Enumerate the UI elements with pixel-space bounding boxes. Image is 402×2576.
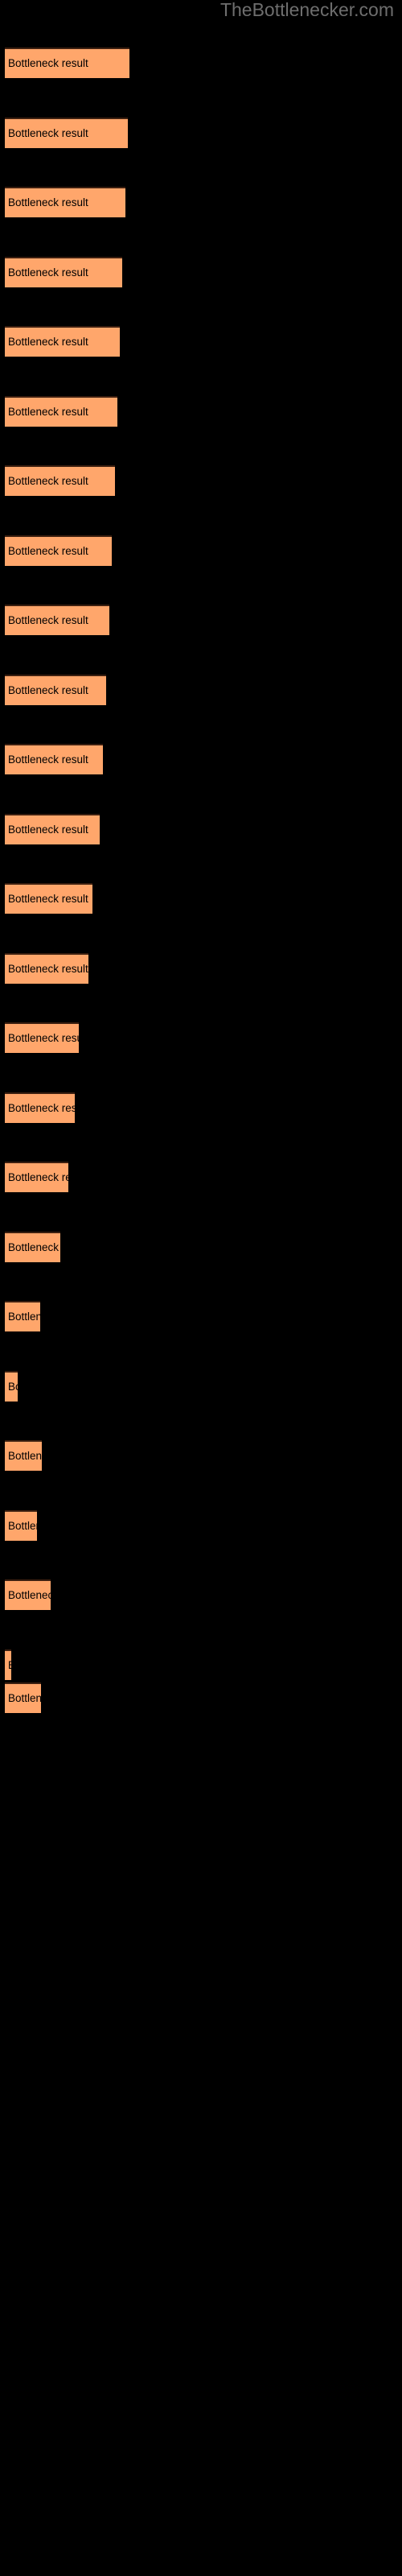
bar-row: Bottleneck result — [0, 396, 402, 427]
bar-row: Bottleneck result — [0, 1682, 402, 1713]
bar-row: Bottleneck result — [0, 118, 402, 148]
bar-24[interactable] — [5, 1649, 11, 1680]
bar-clip: Bottleneck result — [5, 1579, 51, 1610]
site-watermark: TheBottlenecker.com — [219, 0, 394, 20]
bar-2[interactable] — [5, 118, 128, 148]
bar-clip: Bottleneck result — [5, 465, 115, 496]
bar-clip: Bottleneck result — [5, 47, 129, 78]
bar-clip: Bottleneck result — [5, 187, 125, 217]
bar-row: Bottleneck result — [0, 675, 402, 705]
bar-clip: Bottleneck result — [5, 1092, 75, 1123]
bar-clip: Bottleneck result — [5, 675, 106, 705]
bar-6[interactable] — [5, 396, 117, 427]
bar-row: Bottleneck result — [0, 257, 402, 287]
bar-18[interactable] — [5, 1232, 60, 1262]
bar-row: Bottleneck result — [0, 326, 402, 357]
bar-5[interactable] — [5, 326, 120, 357]
bar-7[interactable] — [5, 465, 115, 496]
bar-17[interactable] — [5, 1162, 68, 1192]
bar-14[interactable] — [5, 953, 88, 984]
bar-13[interactable] — [5, 883, 92, 914]
bar-25[interactable] — [5, 1682, 41, 1713]
bar-clip: Bottleneck result — [5, 1301, 40, 1331]
bar-row: Bottleneck result — [0, 465, 402, 496]
bar-row: Bottleneck result — [0, 1510, 402, 1541]
bar-clip: Bottleneck result — [5, 1022, 79, 1053]
bar-row: Bottleneck result — [0, 1301, 402, 1331]
bar-row: Bottleneck result — [0, 953, 402, 984]
bar-clip: Bottleneck result — [5, 257, 122, 287]
bar-row: Bottleneck result — [0, 1371, 402, 1402]
bar-23[interactable] — [5, 1579, 51, 1610]
bar-clip: Bottleneck result — [5, 396, 117, 427]
bar-clip: Bottleneck result — [5, 1682, 41, 1713]
bar-19[interactable] — [5, 1301, 40, 1331]
bar-row: Bottleneck result — [0, 814, 402, 844]
bar-21[interactable] — [5, 1440, 42, 1471]
bar-clip: Bottleneck result — [5, 744, 103, 774]
bar-row: Bottleneck result — [0, 535, 402, 566]
bar-9[interactable] — [5, 605, 109, 635]
bar-row: Bottleneck result — [0, 744, 402, 774]
bar-row: Bottleneck result — [0, 1649, 402, 1680]
bar-3[interactable] — [5, 187, 125, 217]
bar-clip: Bottleneck result — [5, 1162, 68, 1192]
bar-4[interactable] — [5, 257, 122, 287]
bar-8[interactable] — [5, 535, 112, 566]
bottleneck-bar-chart: TheBottlenecker.com Bottleneck result Bot… — [0, 0, 402, 2576]
bar-clip: Bottleneck result — [5, 535, 112, 566]
bar-10[interactable] — [5, 675, 106, 705]
bar-clip: Bottleneck result — [5, 118, 128, 148]
bar-clip: Bottleneck result — [5, 1649, 11, 1680]
bar-20[interactable] — [5, 1371, 18, 1402]
bar-12[interactable] — [5, 814, 100, 844]
bar-clip: Bottleneck result — [5, 1440, 42, 1471]
bar-1[interactable] — [5, 47, 129, 78]
bar-clip: Bottleneck result — [5, 1232, 60, 1262]
bar-row: Bottleneck result — [0, 47, 402, 78]
bar-clip: Bottleneck result — [5, 814, 100, 844]
bar-row: Bottleneck result — [0, 1092, 402, 1123]
bar-clip: Bottleneck result — [5, 326, 120, 357]
bar-clip: Bottleneck result — [5, 1371, 18, 1402]
bar-clip: Bottleneck result — [5, 1510, 37, 1541]
bar-row: Bottleneck result — [0, 1162, 402, 1192]
bar-22[interactable] — [5, 1510, 37, 1541]
bar-clip: Bottleneck result — [5, 883, 92, 914]
bar-row: Bottleneck result — [0, 1022, 402, 1053]
bar-clip: Bottleneck result — [5, 953, 88, 984]
bar-row: Bottleneck result — [0, 187, 402, 217]
bar-row: Bottleneck result — [0, 1579, 402, 1610]
bar-11[interactable] — [5, 744, 103, 774]
bar-16[interactable] — [5, 1092, 75, 1123]
bar-row: Bottleneck result — [0, 883, 402, 914]
bar-row: Bottleneck result — [0, 1232, 402, 1262]
bar-clip: Bottleneck result — [5, 605, 109, 635]
bar-15[interactable] — [5, 1022, 79, 1053]
bar-row: Bottleneck result — [0, 1440, 402, 1471]
bar-row: Bottleneck result — [0, 605, 402, 635]
